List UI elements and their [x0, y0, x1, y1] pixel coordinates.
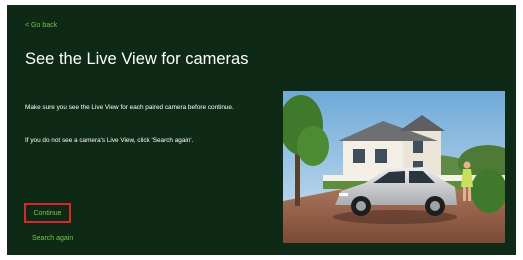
go-back-link[interactable]: < Go back [25, 22, 57, 29]
search-again-button[interactable]: Search again [32, 235, 73, 242]
search-again-hint: If you do not see a camera's Live View, … [25, 137, 194, 144]
page-title: See the Live View for cameras [25, 50, 249, 68]
camera-live-view [283, 91, 505, 243]
continue-button[interactable]: Continue [24, 203, 71, 223]
instruction-text: Make sure you see the Live View for each… [25, 104, 234, 111]
live-view-image [283, 91, 505, 243]
setup-screen: < Go back See the Live View for cameras … [7, 5, 516, 255]
